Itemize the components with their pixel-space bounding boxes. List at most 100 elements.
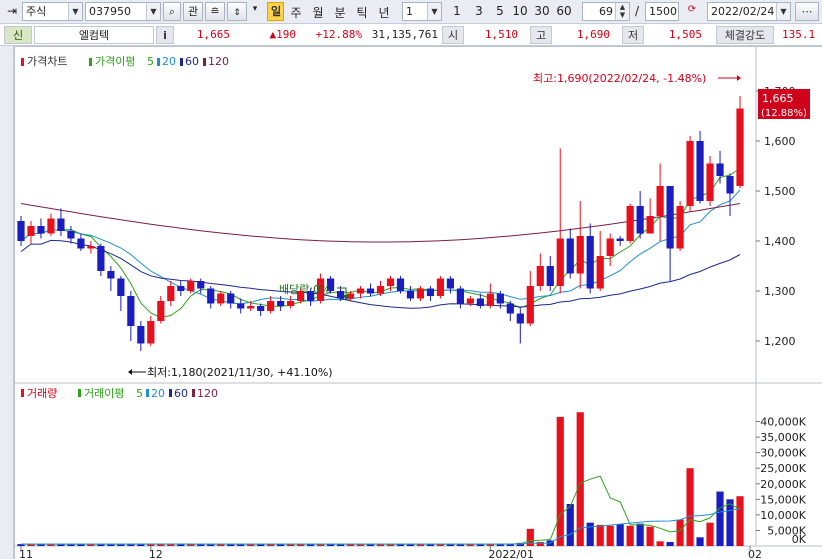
high-price: 1,690 (576, 28, 610, 41)
menu-icon: ⋯ (801, 5, 813, 18)
chart-area: 1,2001,3001,4001,5001,6001,700 5,000K10,… (0, 46, 822, 559)
candle-body (456, 288, 464, 304)
volume-tick-label: 35,000K (760, 431, 806, 444)
stock-name: 엘컴텍 (34, 26, 154, 44)
high-label: 고 (530, 26, 552, 44)
interval-3-button[interactable]: 3 (471, 4, 487, 18)
dock-arrow-icon[interactable]: ⇥ (4, 4, 20, 18)
candle-body (287, 301, 295, 306)
candle-body (17, 221, 25, 241)
legend-marker-ma60 (180, 58, 183, 66)
period-minute-button[interactable]: 분 (332, 4, 348, 21)
candle-body (37, 226, 45, 234)
candle-body (556, 238, 564, 286)
interval-1-button[interactable]: 1 (449, 4, 465, 18)
volume-ma20-label: 20 (151, 387, 165, 400)
price-chart-title: 가격차트 (27, 55, 67, 68)
legend-marker-ma120 (203, 58, 206, 66)
legend-marker-volume (21, 389, 24, 397)
candle-body (476, 298, 484, 306)
volume-bars (17, 412, 744, 546)
interval-10-button[interactable]: 10 (511, 4, 529, 18)
strength-label: 체결강도 (716, 26, 774, 44)
price-ma5-label: 5 (147, 55, 154, 68)
refresh-icon[interactable]: ⟳ (682, 4, 702, 15)
candle-body (656, 186, 664, 216)
high-annotation: 최고:1,690(2022/02/24, -1.48%) (533, 72, 741, 85)
code-input[interactable]: 037950 ▼ (85, 2, 161, 21)
stock-chart[interactable]: 1,2001,3001,4001,5001,6001,700 5,000K10,… (0, 46, 822, 559)
market-select-value: 주식 (26, 5, 47, 18)
volume-bar (636, 523, 644, 546)
chevron-down-icon: ▼ (776, 3, 790, 20)
volume-ma-title: 거래이평 (84, 387, 124, 400)
dividend-label: 배당락:0% (279, 283, 331, 296)
updown-spin[interactable]: ⇕ (227, 2, 247, 21)
candle-body (506, 303, 514, 314)
candle-body (47, 218, 55, 234)
candle-body (486, 293, 494, 306)
price-ma60-label: 60 (185, 55, 199, 68)
menu-button[interactable]: ⋯ (795, 2, 819, 21)
search-button[interactable]: ⌕ (163, 2, 181, 21)
volume-legend: 거래량 거래이평 5 20 60 120 (21, 387, 218, 400)
info-button[interactable]: i (156, 26, 174, 44)
interval-select[interactable]: 1 ▼ (402, 2, 442, 21)
interest-button[interactable]: 관 (183, 2, 203, 21)
price-axis-ticks: 1,2001,3001,4001,5001,6001,700 (756, 85, 796, 348)
count-spin[interactable]: 69 ▲ ▼ (582, 2, 630, 21)
current-price-tag-value: 1,665 (762, 92, 794, 105)
candle-body (127, 296, 135, 326)
chart-type-button[interactable]: ≘ (205, 2, 225, 21)
candle-body (27, 226, 35, 236)
dropdown-arrow-icon[interactable]: ▾ (249, 4, 261, 14)
candle-body (147, 321, 155, 344)
period-tick-button[interactable]: 틱 (354, 4, 370, 21)
candle-body (366, 288, 375, 294)
period-month-button[interactable]: 월 (310, 4, 326, 21)
period-day-button[interactable]: 일 (267, 2, 284, 21)
x-tick-label: 12 (149, 548, 163, 559)
volume-bar (616, 524, 624, 546)
price-ma120-label: 120 (208, 55, 229, 68)
candle-body (167, 286, 175, 301)
period-week-button[interactable]: 주 (288, 4, 304, 21)
market-select[interactable]: 주식 ▼ (22, 2, 83, 21)
price-ma20-label: 20 (162, 55, 176, 68)
price-legend: 가격차트 가격이평 5 20 60 120 (21, 55, 229, 68)
date-select[interactable]: 2022/02/24 ▼ (707, 2, 791, 21)
candle-body (636, 206, 644, 234)
price-ma-title: 가격이평 (95, 55, 135, 68)
volume-bar (736, 496, 744, 546)
spin-arrows-icon: ▲ ▼ (615, 3, 629, 20)
chevron-down-icon: ▼ (146, 3, 160, 20)
volume-bar (566, 504, 574, 546)
candle-body (446, 278, 454, 289)
total-value: 1500 (649, 5, 677, 18)
candle-body (716, 163, 724, 176)
interval-30-button[interactable]: 30 (533, 4, 551, 18)
candle-body (646, 216, 654, 234)
candle-body (726, 176, 734, 194)
candle-body (137, 326, 145, 344)
volume-chart-title: 거래량 (27, 387, 57, 400)
candle-body (676, 206, 684, 249)
legend-marker-vma5 (78, 389, 81, 397)
candle-body (207, 288, 215, 304)
current-price: 1,665 (196, 28, 230, 41)
high-arrowhead (737, 75, 741, 81)
total-input[interactable]: 1500 (645, 2, 679, 21)
volume-ma120-label: 120 (197, 387, 218, 400)
candle-body (596, 256, 604, 289)
candle-body (666, 186, 674, 249)
volume-tick-label: 0K (792, 533, 807, 546)
volume-bar (586, 522, 594, 546)
candle-body (257, 306, 265, 311)
legend-marker-ma5 (89, 58, 92, 66)
volume-tick-label: 20,000K (760, 478, 806, 491)
candle-body (376, 286, 385, 294)
interval-60-button[interactable]: 60 (555, 4, 573, 18)
interval-5-button[interactable]: 5 (492, 4, 508, 18)
candle-body (277, 301, 285, 306)
period-year-button[interactable]: 년 (376, 4, 392, 21)
